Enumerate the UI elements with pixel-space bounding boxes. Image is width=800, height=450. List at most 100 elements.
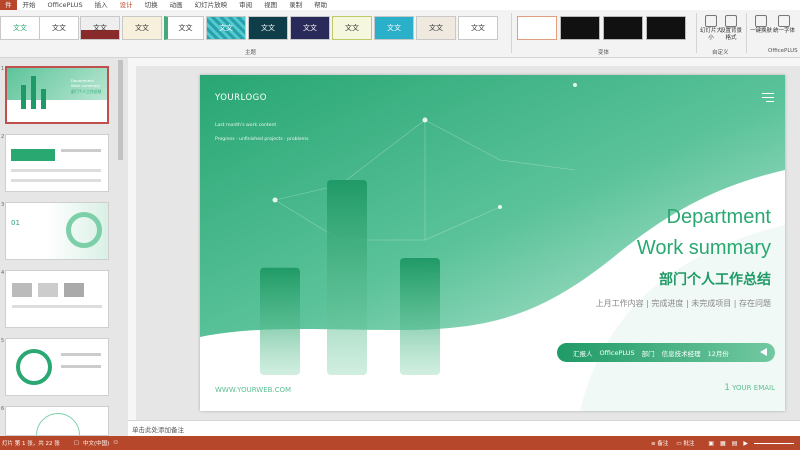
tab-view[interactable]: 视图 (258, 0, 283, 10)
tab-design[interactable]: 设计 (113, 0, 139, 11)
notes-button[interactable]: ≡ 备注 (651, 439, 668, 447)
customize-group-label: 自定义 (712, 50, 729, 56)
theme-option[interactable]: 文文 (0, 16, 40, 40)
slide-thumbnail-4[interactable] (5, 270, 109, 328)
tab-insert[interactable]: 插入 (89, 0, 114, 10)
slide-thumbnail-2[interactable] (5, 134, 109, 192)
status-bar: 灯片 第 1 张，共 22 张 ▢ 中文(中国) ⚇ ≡ 备注 ▭ 批注 ▣ ▦… (0, 436, 800, 450)
tab-record[interactable]: 录制 (283, 0, 308, 10)
scroll-thumb[interactable] (118, 60, 123, 160)
theme-option[interactable]: 文文 (80, 16, 120, 40)
comments-button[interactable]: ▭ 批注 (676, 439, 694, 447)
format-background-button[interactable]: 设置背景格式 (720, 15, 742, 42)
variant-option[interactable] (646, 16, 686, 40)
reading-view-icon[interactable]: ▤ (732, 440, 738, 447)
theme-option[interactable]: 文文 (374, 16, 414, 40)
theme-option[interactable]: 文文 (290, 16, 330, 40)
dept-name: 信息技术经理 (661, 349, 701, 358)
reporter-name: OfficePLUS (599, 348, 635, 357)
variant-option[interactable] (603, 16, 643, 40)
theme-option[interactable]: 文文 (332, 16, 372, 40)
theme-label: 文文 (261, 24, 275, 32)
tab-slideshow[interactable]: 幻灯片放映 (189, 0, 234, 10)
zoom-slider[interactable] (754, 442, 794, 444)
theme-label: 文文 (135, 24, 149, 32)
tab-officeplus[interactable]: OfficePLUS (42, 0, 89, 10)
theme-option[interactable]: 文文 (39, 16, 79, 40)
tab-file[interactable]: 件 (0, 0, 17, 10)
slide-sorter-icon[interactable]: ▦ (720, 440, 726, 447)
thumb-line (11, 169, 101, 172)
email-text: YOUR EMAIL (732, 384, 775, 392)
ribbon-tab-bar: 件 开始 OfficePLUS 插入 设计 切换 动画 幻灯片放映 审阅 视图 … (0, 0, 800, 11)
network-node (498, 205, 502, 209)
notes-pane[interactable]: 单击此处添加备注 (128, 420, 800, 436)
vertical-ruler (128, 66, 136, 420)
network-node (573, 83, 577, 87)
theme-option[interactable]: 文文 (206, 16, 246, 40)
chart-bar (260, 267, 300, 375)
slide-thumbnail-6[interactable] (5, 406, 109, 436)
reporter-label: 汇报人 (573, 349, 593, 358)
tab-home[interactable]: 开始 (17, 0, 42, 10)
slide-subtext-1: Last month's work content (215, 123, 277, 128)
language-status[interactable]: 中文(中国) (83, 439, 109, 447)
network-node (422, 117, 428, 123)
theme-label: 文文 (178, 24, 193, 32)
theme-option[interactable]: 文文 (122, 16, 162, 40)
slideshow-icon[interactable]: ▶ (743, 440, 748, 447)
slide-size-icon (705, 15, 717, 27)
sparkle-icon (755, 15, 767, 27)
thumb-line (11, 179, 101, 182)
unify-font-button[interactable]: 统一字体 (773, 15, 795, 35)
slide-title-en-2: Work summary (636, 237, 771, 259)
accessibility-icon[interactable]: ⚇ (113, 440, 118, 446)
theme-option[interactable]: 文文 (458, 16, 498, 40)
normal-view-icon[interactable]: ▣ (708, 440, 714, 447)
tab-review[interactable]: 审阅 (233, 0, 258, 10)
thumbnail-scrollbar[interactable] (118, 60, 123, 430)
tab-help[interactable]: 帮助 (308, 0, 333, 10)
menu-icon[interactable] (762, 93, 774, 102)
variant-option[interactable] (560, 16, 600, 40)
slide-thumbnail-5[interactable] (5, 338, 109, 396)
theme-option[interactable]: 文文 (416, 16, 456, 40)
thumb-title-en2: Work summary (71, 83, 100, 88)
theme-label: 文文 (303, 24, 317, 32)
email-number: 1 (724, 383, 730, 393)
tab-transitions[interactable]: 切换 (139, 0, 164, 10)
slide-logo: YOURLOGO (215, 93, 267, 103)
one-click-skin-label: 一键换肤 (750, 28, 773, 34)
thumb-line (12, 305, 102, 308)
one-click-skin-button[interactable]: 一键换肤 (750, 15, 772, 35)
slide-size-button[interactable]: 幻灯片大小 (700, 15, 722, 42)
variant-option[interactable] (517, 16, 557, 40)
officeplus-group-label: OfficePLUS (768, 48, 798, 54)
play-left-icon (760, 348, 767, 356)
unify-font-label: 统一字体 (773, 28, 796, 34)
reporter-pill: 汇报人 OfficePLUS 部门 信息技术经理 12月份 (557, 343, 775, 362)
ribbon: 文文 文文 文文 文文 文文 文文 文文 文文 文文 文文 文文 文文 主题 变… (0, 10, 800, 58)
thumb-photo (12, 283, 32, 297)
variant-group-label: 变体 (598, 50, 610, 56)
theme-option[interactable]: 文文 (248, 16, 288, 40)
thumbnail-number: 3 (1, 202, 5, 208)
format-background-label: 设置背景格式 (720, 28, 743, 41)
slide-subtext-2: Progress · unfinished projects · problem… (215, 137, 309, 142)
tab-animations[interactable]: 动画 (164, 0, 189, 10)
thumb-section-number: 01 (11, 219, 20, 227)
slide-canvas[interactable]: YOURLOGO Last month's work content Progr… (200, 75, 785, 411)
theme-label: 文文 (345, 24, 359, 32)
theme-label: 文文 (219, 24, 233, 32)
divider (696, 13, 697, 53)
theme-label: 文文 (471, 24, 485, 32)
theme-label: 文文 (13, 24, 27, 32)
thumbnail-number: 1 (1, 66, 5, 72)
slide-thumbnail-3[interactable]: 01 (5, 202, 109, 260)
notes-placeholder: 单击此处添加备注 (132, 426, 184, 434)
horizontal-ruler (128, 58, 800, 66)
divider (511, 13, 512, 53)
thumb-photo (64, 283, 84, 297)
theme-option[interactable]: 文文 (164, 16, 204, 40)
slide-thumbnail-1[interactable]: Department Work summary 部门个人工作总结 (5, 66, 109, 124)
